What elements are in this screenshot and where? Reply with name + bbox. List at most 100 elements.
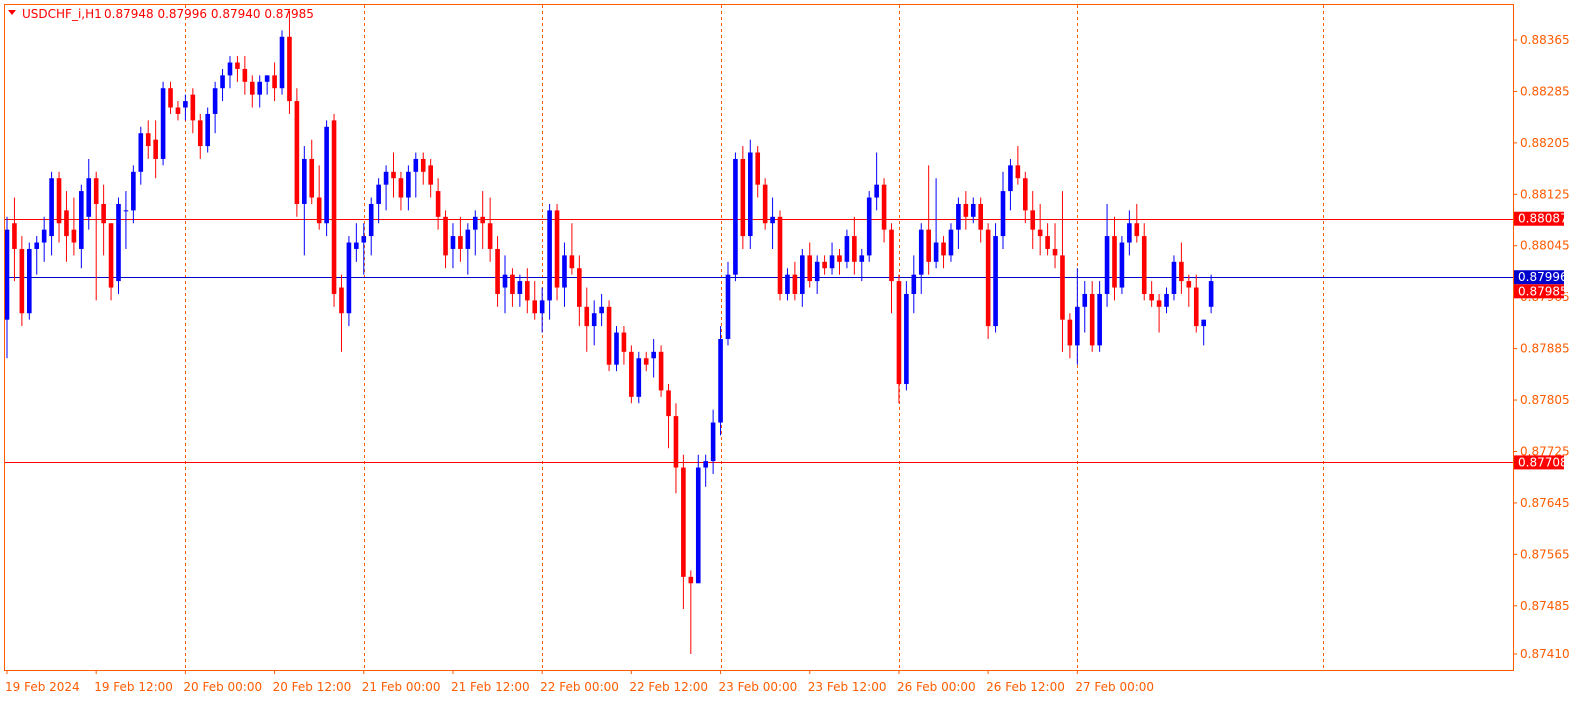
y-tick-label: 0.87565: [1520, 547, 1570, 561]
candle[interactable]: [747, 139, 753, 249]
candle-body: [933, 242, 939, 262]
candle-body: [487, 223, 493, 249]
candle[interactable]: [205, 107, 210, 153]
candle-body: [1104, 236, 1110, 294]
candle[interactable]: [1171, 255, 1177, 301]
x-tick-label: 26 Feb 12:00: [986, 680, 1065, 694]
candle-body: [1156, 300, 1162, 307]
x-tick-label: 23 Feb 12:00: [808, 680, 887, 694]
candle-body: [911, 274, 917, 294]
candle-body: [599, 306, 604, 314]
candle[interactable]: [26, 242, 32, 320]
candle-body: [257, 81, 263, 95]
candle[interactable]: [904, 281, 909, 391]
candle-body: [458, 236, 463, 249]
candle[interactable]: [324, 120, 329, 237]
y-tick-label: 0.87485: [1520, 599, 1570, 613]
candle-body: [346, 242, 352, 314]
candle-body: [1082, 293, 1088, 307]
candle-body: [577, 268, 582, 307]
candle-body: [443, 216, 448, 256]
candle-body: [1000, 191, 1006, 237]
candle[interactable]: [636, 351, 642, 404]
candle[interactable]: [294, 88, 300, 217]
candle-body: [859, 255, 865, 262]
candle[interactable]: [658, 345, 664, 397]
candle-body: [249, 81, 255, 95]
candle-body: [1060, 255, 1065, 320]
candle[interactable]: [629, 345, 634, 404]
candle-body: [34, 242, 40, 249]
candle-body: [316, 197, 322, 224]
candle[interactable]: [1119, 236, 1125, 294]
candle-body: [435, 191, 441, 217]
x-tick-label: 19 Feb 12:00: [94, 680, 173, 694]
price-chart[interactable]: 0.88365 0.88285 0.88205 0.88125 0.88045 0.879…: [0, 0, 1586, 708]
y-tick-label: 0.88125: [1520, 187, 1570, 201]
chart-background: [0, 0, 1586, 708]
candle-body: [49, 178, 54, 237]
candle[interactable]: [554, 203, 560, 301]
candle[interactable]: [160, 81, 166, 166]
candle-body: [881, 184, 887, 230]
candle-body: [510, 274, 515, 294]
candle-body: [569, 255, 575, 269]
candle-body: [524, 281, 530, 301]
candle-body: [926, 229, 931, 262]
candle-body: [844, 236, 850, 262]
candle-body: [168, 88, 173, 108]
candle[interactable]: [740, 146, 746, 249]
candle[interactable]: [985, 223, 991, 339]
candle-body: [145, 133, 151, 147]
candle[interactable]: [718, 326, 723, 436]
candle[interactable]: [19, 236, 25, 327]
candle-body: [904, 293, 909, 384]
candle[interactable]: [695, 454, 701, 584]
candle-body: [465, 229, 471, 249]
candle-body: [212, 88, 218, 114]
candle-body: [1134, 223, 1140, 237]
candle[interactable]: [606, 300, 612, 372]
candle-body: [874, 184, 879, 198]
candle[interactable]: [777, 210, 783, 301]
candle[interactable]: [116, 197, 121, 294]
level-upper-tag: 0.88087: [1514, 211, 1568, 226]
candle[interactable]: [896, 274, 902, 404]
x-tick-label: 21 Feb 00:00: [362, 680, 441, 694]
candle-body: [287, 36, 292, 102]
candle-body: [1127, 223, 1132, 243]
candle-body: [747, 152, 753, 237]
candle-body: [19, 248, 25, 314]
candle[interactable]: [993, 223, 998, 333]
candle-body: [1201, 319, 1206, 327]
candle[interactable]: [331, 113, 337, 307]
x-tick-label: 22 Feb 00:00: [540, 680, 619, 694]
candle-body: [896, 281, 902, 384]
candle-body: [1037, 229, 1043, 237]
candle[interactable]: [733, 152, 738, 282]
candle-body: [1075, 306, 1080, 346]
candle-body: [636, 358, 642, 397]
candle[interactable]: [866, 191, 872, 262]
candle-body: [391, 171, 396, 179]
candle-body: [160, 88, 166, 159]
candle-body: [591, 313, 597, 327]
candle-body: [123, 210, 129, 212]
candle-body: [733, 158, 738, 275]
candle[interactable]: [279, 30, 285, 95]
candle-body: [227, 62, 233, 76]
y-tick-label: 0.88205: [1520, 136, 1570, 150]
ohlc-values: 0.87948 0.87996 0.87940 0.87985: [104, 7, 314, 21]
candle-body: [116, 203, 121, 282]
candle-body: [138, 133, 144, 172]
candle-body: [785, 274, 790, 294]
candle-body: [852, 236, 857, 262]
candle[interactable]: [614, 326, 619, 372]
candle-body: [532, 300, 538, 314]
candle[interactable]: [762, 178, 768, 230]
candle-body: [1045, 236, 1050, 249]
candle-body: [175, 107, 181, 114]
candle[interactable]: [346, 236, 352, 327]
candle-body: [725, 274, 731, 339]
candle-body: [79, 191, 84, 249]
